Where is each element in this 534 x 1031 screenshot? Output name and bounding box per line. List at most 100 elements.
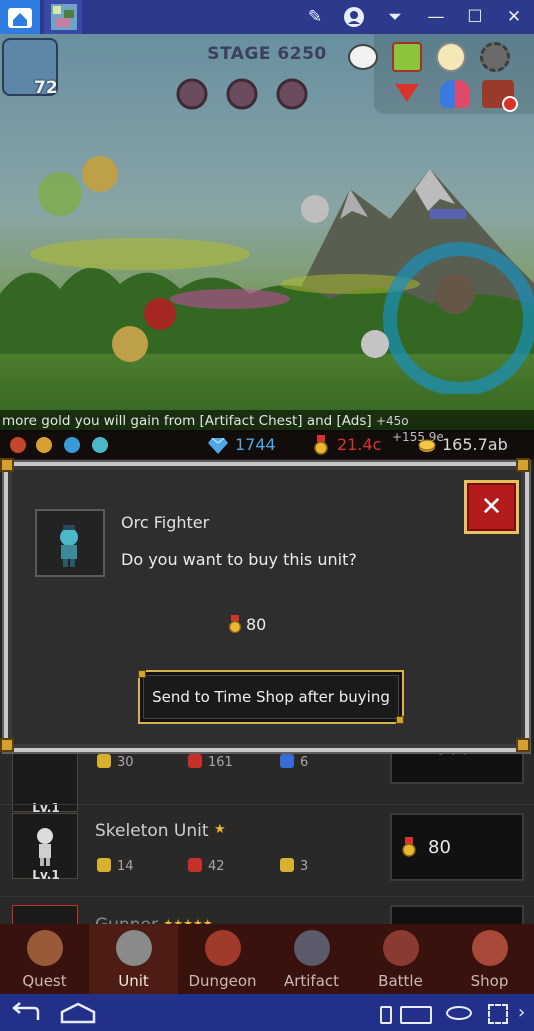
- hero-icon: [92, 437, 108, 453]
- menu-down-icon[interactable]: ⏷: [383, 5, 407, 29]
- keyboard-icon[interactable]: [400, 1006, 432, 1024]
- dialog-cost: 80: [228, 615, 266, 634]
- player-level: 72: [34, 78, 58, 98]
- tab-label: Battle: [378, 972, 423, 990]
- dialog-question: Do you want to buy this unit?: [121, 550, 357, 569]
- unit-price: 80: [428, 837, 451, 858]
- attack-stat: 30: [97, 754, 134, 770]
- pets-icon[interactable]: [440, 80, 470, 108]
- close-icon[interactable]: ✕: [502, 5, 526, 29]
- expand-icon[interactable]: [488, 1004, 508, 1024]
- medal-icon: [402, 837, 416, 857]
- minimize-icon[interactable]: —: [424, 5, 448, 29]
- unit-level: Lv.1: [32, 868, 60, 882]
- health-value: 161: [208, 755, 233, 770]
- chat-icon[interactable]: [348, 44, 378, 70]
- shield-icon: [280, 858, 294, 872]
- party-icons: [10, 436, 114, 454]
- home-tab[interactable]: [0, 0, 40, 34]
- unit-name: Skeleton Unit ★: [95, 821, 226, 841]
- quest-board-icon[interactable]: [392, 42, 422, 72]
- dialog-price: 80: [246, 615, 267, 634]
- dropdown-triangle-icon[interactable]: [395, 84, 419, 102]
- monster-icon: [205, 930, 241, 966]
- resource-bar: 1744 21.4c +155.9e 165.7ab: [0, 430, 534, 459]
- settings-gear-icon[interactable]: [480, 42, 510, 72]
- tab-unit[interactable]: Unit: [89, 924, 178, 994]
- home-icon: [8, 8, 32, 28]
- medal-count: 21.4c: [337, 435, 382, 454]
- info-ticker: more gold you will gain from [Artifact C…: [0, 410, 534, 432]
- tab-label: Artifact: [283, 972, 340, 990]
- crossed-swords-icon: [383, 930, 419, 966]
- dialog-corner-ornament: [0, 738, 14, 752]
- unit-portrait: Lv.1: [12, 813, 78, 882]
- back-icon[interactable]: [8, 1002, 44, 1024]
- attack-value: 30: [117, 755, 134, 770]
- system-bar: ✎ ⏷ — ☐ ✕: [0, 0, 534, 34]
- star-icon: ★: [213, 822, 226, 837]
- game-screen: ✎ ⏷ — ☐ ✕ 72 STAGE 6250 more gold you wi…: [0, 0, 534, 1031]
- home-icon[interactable]: [58, 1002, 98, 1024]
- button-corner-ornament: [396, 716, 404, 724]
- maximize-icon[interactable]: ☐: [463, 5, 487, 29]
- tab-battle[interactable]: Battle: [356, 924, 445, 994]
- pin-icon[interactable]: ✎: [303, 5, 327, 29]
- button-corner-ornament: [138, 670, 146, 678]
- shop-icon: [472, 930, 508, 966]
- battle-scene[interactable]: 72 STAGE 6250: [0, 34, 534, 430]
- unit-buy-button[interactable]: 80: [390, 813, 524, 881]
- sword-icon: [97, 858, 111, 872]
- attack-value: 14: [117, 859, 134, 874]
- defense-stat: 3: [280, 858, 308, 874]
- unit-thumbnail: [35, 509, 105, 577]
- heart-icon: [188, 754, 202, 768]
- diamond-count: 1744: [235, 435, 276, 454]
- quest-scroll-icon: [27, 930, 63, 966]
- send-to-time-shop-button[interactable]: Send to Time Shop after buying: [138, 670, 404, 724]
- alert-badge-icon: [502, 96, 518, 112]
- health-stat: 161: [188, 754, 233, 770]
- ticker-message: more gold you will gain from [Artifact C…: [2, 413, 372, 429]
- ticker-gold-gain: +45o: [375, 414, 409, 428]
- unit-list: Lv.1 30 161 6 300 Lv.1 Skeleton Unit ★ 1…: [0, 732, 534, 973]
- tab-label: Quest: [22, 972, 67, 990]
- unit-portrait: Lv.1: [12, 746, 78, 815]
- chevron-right-icon[interactable]: ›: [518, 1002, 525, 1023]
- hero-icon: [36, 437, 52, 453]
- diamond-icon: [208, 438, 228, 454]
- phone-icon[interactable]: [380, 1006, 392, 1024]
- sword-icon: [97, 754, 111, 768]
- shield-icon: [280, 754, 294, 768]
- defense-value: 6: [300, 755, 309, 770]
- hero-icon: [10, 437, 26, 453]
- location-icon[interactable]: [342, 5, 366, 29]
- helmet-icon: [116, 930, 152, 966]
- tab-dungeon[interactable]: Dungeon: [178, 924, 267, 994]
- app-thumbnail: [51, 4, 77, 30]
- defense-value: 3: [300, 859, 309, 874]
- tab-quest[interactable]: Quest: [0, 924, 89, 994]
- health-stat: 42: [188, 858, 225, 874]
- os-nav-bar: ›: [0, 994, 534, 1031]
- dialog-corner-ornament: [0, 458, 14, 472]
- close-button[interactable]: ✕: [464, 480, 519, 534]
- dialog-unit-name: Orc Fighter: [121, 513, 210, 532]
- angel-icon[interactable]: [436, 42, 466, 72]
- tab-artifact[interactable]: Artifact: [267, 924, 356, 994]
- heart-icon: [188, 858, 202, 872]
- attack-stat: 14: [97, 858, 134, 874]
- tab-shop[interactable]: Shop: [445, 924, 534, 994]
- defense-stat: 6: [280, 754, 308, 770]
- health-value: 42: [208, 859, 225, 874]
- orb-icon: [294, 930, 330, 966]
- app-tab[interactable]: [44, 0, 82, 34]
- buy-unit-dialog: Orc Fighter Do you want to buy this unit…: [2, 460, 531, 754]
- list-item[interactable]: Lv.1 Skeleton Unit ★ 14 42 3 80: [0, 804, 534, 896]
- gold-coin-icon: [418, 439, 436, 452]
- tab-label: Unit: [118, 972, 149, 990]
- tab-label: Dungeon: [188, 972, 257, 990]
- close-icon: ✕: [480, 492, 503, 522]
- eye-icon[interactable]: [446, 1006, 472, 1020]
- unit-name-text: Skeleton Unit: [95, 821, 209, 841]
